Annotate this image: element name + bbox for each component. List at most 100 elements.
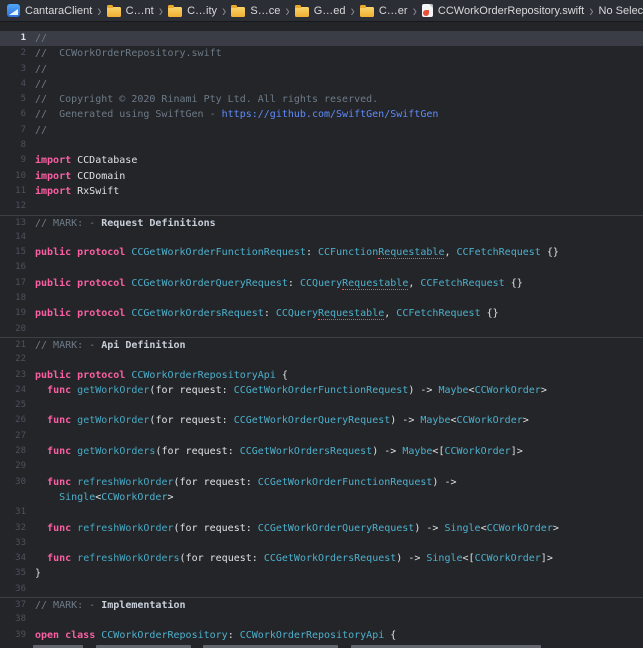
line-number: 36 bbox=[0, 582, 26, 597]
token-type: Maybe bbox=[438, 385, 468, 396]
token-type-misspell: Requestable bbox=[378, 247, 444, 259]
code-line[interactable]: 14 bbox=[0, 230, 643, 245]
code-line[interactable]: 35} bbox=[0, 566, 643, 581]
code-line[interactable]: 33 bbox=[0, 536, 643, 551]
token-type: CCQuery bbox=[276, 308, 318, 319]
token-plain bbox=[35, 523, 47, 534]
token-keyword: func bbox=[47, 553, 71, 564]
breadcrumb-folder-2[interactable]: C…ity bbox=[168, 5, 217, 17]
code-line[interactable]: 26 func getWorkOrder(for request: CCGetW… bbox=[0, 413, 643, 428]
code-text: // bbox=[35, 123, 47, 138]
token-keyword: public bbox=[35, 278, 71, 289]
token-plain: : bbox=[228, 630, 240, 641]
code-line[interactable]: 36 bbox=[0, 582, 643, 597]
code-line[interactable]: 22 bbox=[0, 352, 643, 367]
code-line[interactable]: 21// MARK: - Api Definition bbox=[0, 337, 643, 352]
code-line[interactable]: 9import CCDatabase bbox=[0, 153, 643, 168]
token-plain bbox=[35, 446, 47, 457]
token-keyword: import bbox=[35, 171, 71, 182]
code-line[interactable]: 12 bbox=[0, 199, 643, 214]
code-text: func refreshWorkOrder(for request: CCGet… bbox=[35, 475, 457, 490]
token-type: CCWorkOrderRepository bbox=[101, 630, 227, 641]
code-editor[interactable]: 1//2// CCWorkOrderRepository.swift3//4//… bbox=[0, 22, 643, 648]
token-plain: ) -> bbox=[408, 385, 438, 396]
token-keyword: protocol bbox=[77, 370, 125, 381]
code-line[interactable]: 24 func getWorkOrder(for request: CCGetW… bbox=[0, 383, 643, 398]
line-number: 4 bbox=[0, 77, 26, 92]
code-line[interactable]: 20 bbox=[0, 322, 643, 337]
token-func: getWorkOrder bbox=[77, 385, 149, 396]
code-text: // MARK: - Api Definition bbox=[35, 338, 186, 352]
line-number: 16 bbox=[0, 260, 26, 275]
code-line[interactable]: 28 func getWorkOrders(for request: CCGet… bbox=[0, 444, 643, 459]
breadcrumb-separator: › bbox=[285, 2, 289, 18]
token-func: refreshWorkOrder bbox=[77, 523, 173, 534]
breadcrumb-file[interactable]: CCWorkOrderRepository.swift bbox=[422, 4, 584, 17]
line-number: 37 bbox=[0, 598, 26, 612]
line-number bbox=[0, 490, 26, 505]
token-comment: // CCWorkOrderRepository.swift bbox=[35, 48, 222, 59]
code-line[interactable]: 23public protocol CCWorkOrderRepositoryA… bbox=[0, 368, 643, 383]
line-number: 15 bbox=[0, 245, 26, 260]
token-plain: , bbox=[444, 247, 456, 258]
code-line[interactable]: 6// Generated using SwiftGen - https://g… bbox=[0, 107, 643, 122]
token-plain: (for request: bbox=[149, 415, 233, 426]
token-keyword: func bbox=[47, 523, 71, 534]
token-plain: ) -> bbox=[396, 553, 426, 564]
code-line[interactable]: Single<CCWorkOrder> bbox=[0, 490, 643, 505]
breadcrumb-folder-4[interactable]: G…ed bbox=[295, 5, 346, 17]
token-func: refreshWorkOrders bbox=[77, 553, 179, 564]
line-number: 12 bbox=[0, 199, 26, 214]
token-keyword: protocol bbox=[77, 247, 125, 258]
code-line[interactable]: 32 func refreshWorkOrder(for request: CC… bbox=[0, 521, 643, 536]
token-type: CCFunction bbox=[318, 247, 378, 258]
line-number: 35 bbox=[0, 566, 26, 581]
code-line[interactable]: 16 bbox=[0, 260, 643, 275]
code-line[interactable]: 38 bbox=[0, 612, 643, 627]
code-text: func getWorkOrder(for request: CCGetWork… bbox=[35, 383, 547, 398]
token-comment: // bbox=[35, 33, 47, 44]
code-line[interactable]: 30 func refreshWorkOrder(for request: CC… bbox=[0, 475, 643, 490]
line-number: 33 bbox=[0, 536, 26, 551]
breadcrumb-separator: › bbox=[589, 2, 593, 18]
code-line[interactable]: 8 bbox=[0, 138, 643, 153]
code-line[interactable]: 25 bbox=[0, 398, 643, 413]
token-type: CCFetchRequest bbox=[420, 278, 504, 289]
code-line[interactable]: 34 func refreshWorkOrders(for request: C… bbox=[0, 551, 643, 566]
token-type: CCWorkOrder bbox=[475, 385, 541, 396]
line-number: 25 bbox=[0, 398, 26, 413]
breadcrumb-folder-1[interactable]: C…nt bbox=[107, 5, 154, 17]
code-line[interactable]: 27 bbox=[0, 429, 643, 444]
line-number: 10 bbox=[0, 169, 26, 184]
breadcrumb-selection[interactable]: No Selection bbox=[599, 5, 643, 17]
code-line[interactable]: 17public protocol CCGetWorkOrderQueryReq… bbox=[0, 276, 643, 291]
code-line[interactable]: 15public protocol CCGetWorkOrderFunction… bbox=[0, 245, 643, 260]
breadcrumb-folder-5[interactable]: C…er bbox=[360, 5, 408, 17]
line-number: 1 bbox=[0, 31, 26, 46]
code-line[interactable]: 37// MARK: - Implementation bbox=[0, 597, 643, 612]
code-line[interactable]: 13// MARK: - Request Definitions bbox=[0, 215, 643, 230]
line-number: 19 bbox=[0, 306, 26, 321]
code-text: import CCDatabase bbox=[35, 153, 137, 168]
token-plain: , bbox=[384, 308, 396, 319]
code-line[interactable]: 10import CCDomain bbox=[0, 169, 643, 184]
breadcrumb-label: S…ce bbox=[250, 5, 280, 17]
token-plain: { bbox=[276, 370, 288, 381]
code-line[interactable]: 7// bbox=[0, 123, 643, 138]
code-line[interactable]: 18 bbox=[0, 291, 643, 306]
line-number: 38 bbox=[0, 612, 26, 627]
code-line[interactable]: 11import RxSwift bbox=[0, 184, 643, 199]
token-keyword: protocol bbox=[77, 278, 125, 289]
token-func: getWorkOrder bbox=[77, 415, 149, 426]
folder-icon bbox=[107, 7, 121, 17]
code-line[interactable]: 2// CCWorkOrderRepository.swift bbox=[0, 46, 643, 61]
code-line[interactable]: 31 bbox=[0, 505, 643, 520]
code-line[interactable]: 19public protocol CCGetWorkOrdersRequest… bbox=[0, 306, 643, 321]
breadcrumb-project[interactable]: CantaraClient bbox=[7, 4, 92, 17]
code-line[interactable]: 3// bbox=[0, 62, 643, 77]
breadcrumb-folder-3[interactable]: S…ce bbox=[231, 5, 280, 17]
code-line[interactable]: 5// Copyright © 2020 Rinami Pty Ltd. All… bbox=[0, 92, 643, 107]
code-line[interactable]: 29 bbox=[0, 459, 643, 474]
code-line[interactable]: 4// bbox=[0, 77, 643, 92]
code-line[interactable]: 1 // bbox=[0, 31, 643, 46]
